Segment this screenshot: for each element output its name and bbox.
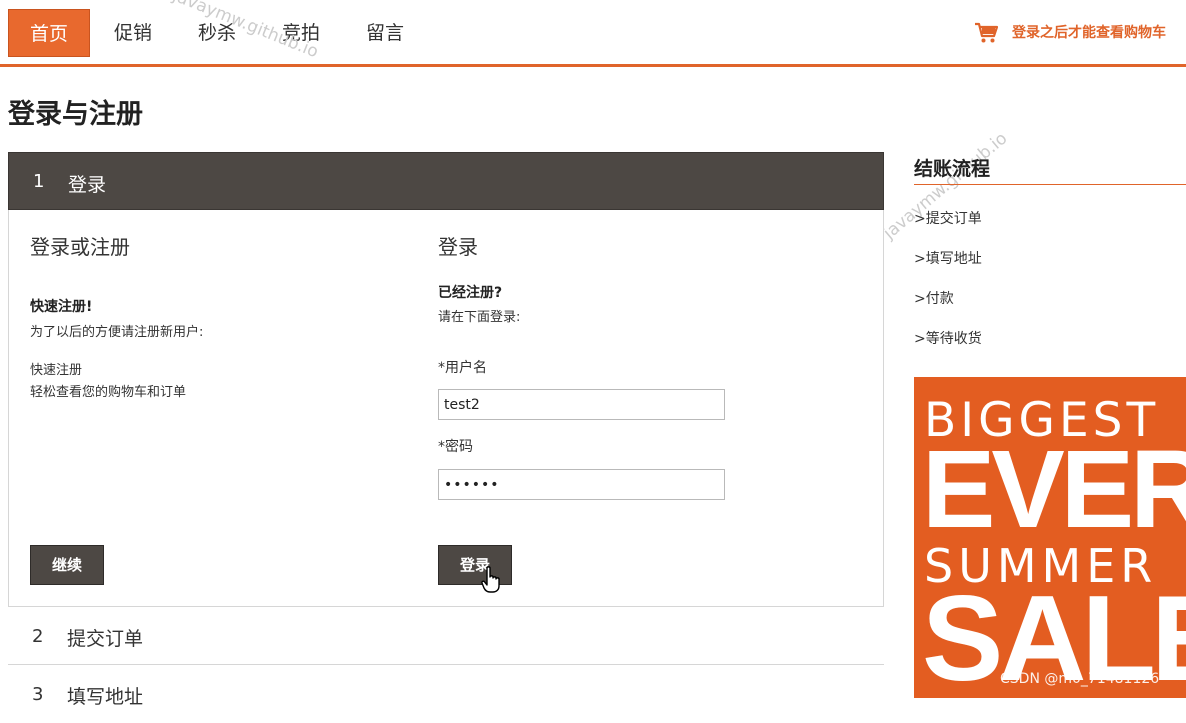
checkout-process-title: 结账流程 <box>914 158 991 180</box>
csdn-credit: CSDN @m0_71481126 <box>1000 671 1160 687</box>
step-number: 3 <box>32 684 44 705</box>
nav-item-flash-sale[interactable]: 秒杀 <box>180 9 254 57</box>
step-header-login[interactable]: 1 登录 <box>8 152 884 210</box>
step-header-address[interactable]: 3 填写地址 <box>8 665 884 723</box>
register-title: 登录或注册 <box>30 235 130 259</box>
nav-divider <box>0 64 1186 67</box>
username-input[interactable] <box>438 389 725 420</box>
login-title: 登录 <box>438 235 478 259</box>
step-number: 2 <box>32 626 44 647</box>
nav-item-promotion[interactable]: 促销 <box>96 9 170 57</box>
username-label: *用户名 <box>438 360 487 376</box>
password-input[interactable] <box>438 469 725 500</box>
top-nav: 首页 促销 秒杀 竞拍 留言 登录之后才能查看购物车 <box>0 0 1186 64</box>
nav-item-auction[interactable]: 竞拍 <box>264 9 338 57</box>
sidebar-item-payment[interactable]: >付款 <box>914 288 954 308</box>
step-label: 登录 <box>68 174 107 196</box>
step-header-submit-order[interactable]: 2 提交订单 <box>8 607 884 665</box>
sidebar-item-submit-order[interactable]: >提交订单 <box>914 208 982 228</box>
step-number: 1 <box>33 171 45 192</box>
cart-login-link[interactable]: 登录之后才能查看购物车 <box>1012 22 1166 42</box>
register-line-2: 轻松查看您的购物车和订单 <box>30 385 187 400</box>
sidebar-item-fill-address[interactable]: >填写地址 <box>914 248 982 268</box>
register-line-1: 快速注册 <box>30 363 83 378</box>
login-desc: 请在下面登录: <box>438 310 521 325</box>
shopping-cart-icon[interactable] <box>974 22 998 44</box>
sidebar-divider <box>914 184 1186 185</box>
step-label: 填写地址 <box>67 686 144 708</box>
nav-item-home[interactable]: 首页 <box>8 9 90 57</box>
login-panel: 登录或注册 快速注册! 为了以后的方便请注册新用户: 快速注册 轻松查看您的购物… <box>8 210 884 607</box>
nav-item-message[interactable]: 留言 <box>348 9 422 57</box>
page-title: 登录与注册 <box>8 99 143 130</box>
banner-line-ever: EVER <box>922 428 1186 551</box>
quick-register-heading: 快速注册! <box>30 299 93 315</box>
login-button[interactable]: 登录 <box>438 545 512 585</box>
sidebar-item-await-delivery[interactable]: >等待收货 <box>914 328 982 348</box>
summer-sale-banner[interactable]: BIGGEST EVER SUMMER SALE <box>914 377 1186 698</box>
already-registered-heading: 已经注册? <box>438 285 503 301</box>
step-label: 提交订单 <box>67 628 144 650</box>
quick-register-desc: 为了以后的方便请注册新用户: <box>30 325 204 340</box>
continue-button[interactable]: 继续 <box>30 545 104 585</box>
password-label: *密码 <box>438 439 473 455</box>
